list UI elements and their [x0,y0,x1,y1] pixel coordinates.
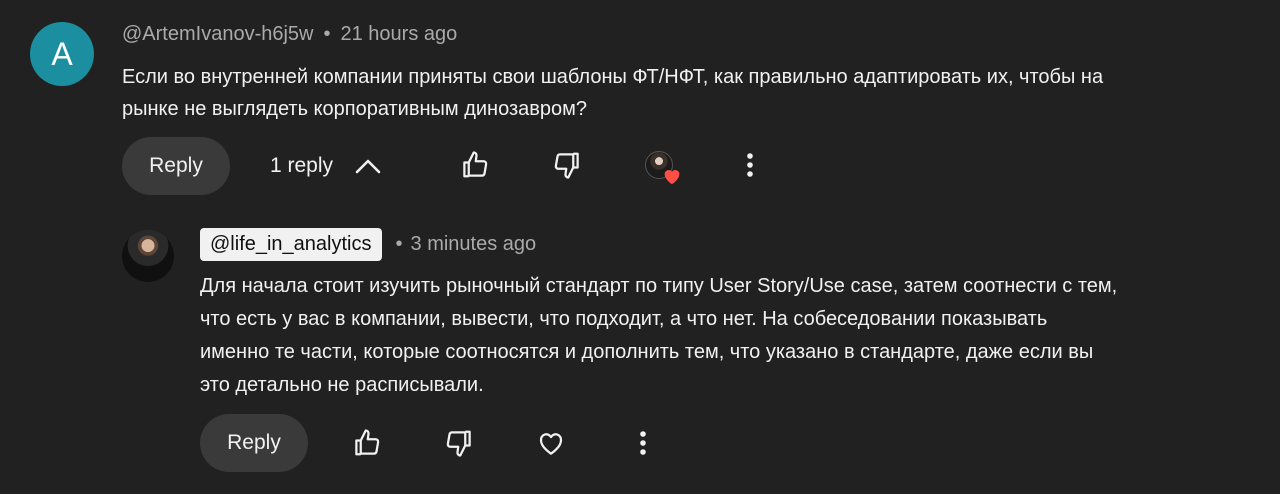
creator-heart-icon [645,151,685,191]
comment-avatar[interactable]: A [30,22,94,86]
thumbs-down-icon [552,150,582,180]
replies-count: 1 reply [270,154,334,177]
reply-time[interactable]: 3 minutes ago [411,233,537,256]
reply-author[interactable]: @life_in_analytics [200,228,382,261]
thumbs-up-icon [352,428,382,458]
reply-button-label: Reply [227,431,281,454]
comment-text: Если во внутренней компании приняты свои… [122,66,1104,120]
thumbs-up-icon [460,150,490,180]
chevron-up-icon [355,158,381,174]
comment-meta: @ArtemIvanov-h6j5w • 21 hours ago [122,23,457,46]
reply-dislike-button[interactable] [435,419,483,467]
heart-icon [535,428,567,458]
thumbs-down-icon [444,428,474,458]
reply-button[interactable]: Reply [122,137,230,195]
reply-meta: @life_in_analytics • 3 minutes ago [200,228,536,261]
reply-reply-button[interactable]: Reply [200,414,308,472]
reply-like-button[interactable] [343,419,391,467]
reply-heart-button[interactable] [527,419,575,467]
more-vert-icon [746,152,754,178]
heart-badge-icon [664,170,680,185]
meta-separator: • [323,23,331,45]
dislike-button[interactable] [543,141,591,189]
reply-text: Для начала стоит изучить рыночный станда… [200,275,1118,396]
comment-time[interactable]: 21 hours ago [341,23,458,45]
reply-button-label: Reply [149,154,203,177]
avatar-letter: A [51,35,73,72]
comment-author[interactable]: @ArtemIvanov-h6j5w [122,23,313,45]
reply-more-options-button[interactable] [619,419,667,467]
meta-separator: • [395,233,403,255]
more-options-button[interactable] [726,141,774,189]
replies-toggle[interactable]: 1 reply [270,137,381,195]
reply-avatar[interactable] [122,230,174,282]
more-vert-icon [639,430,647,456]
like-button[interactable] [451,141,499,189]
